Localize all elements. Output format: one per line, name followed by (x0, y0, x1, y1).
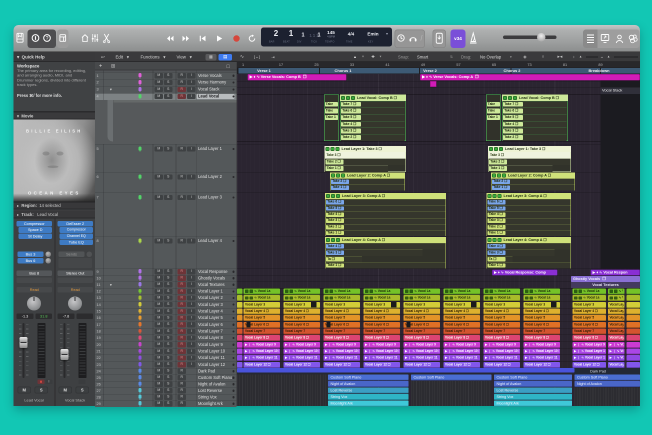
svg-text:?: ? (46, 36, 49, 42)
